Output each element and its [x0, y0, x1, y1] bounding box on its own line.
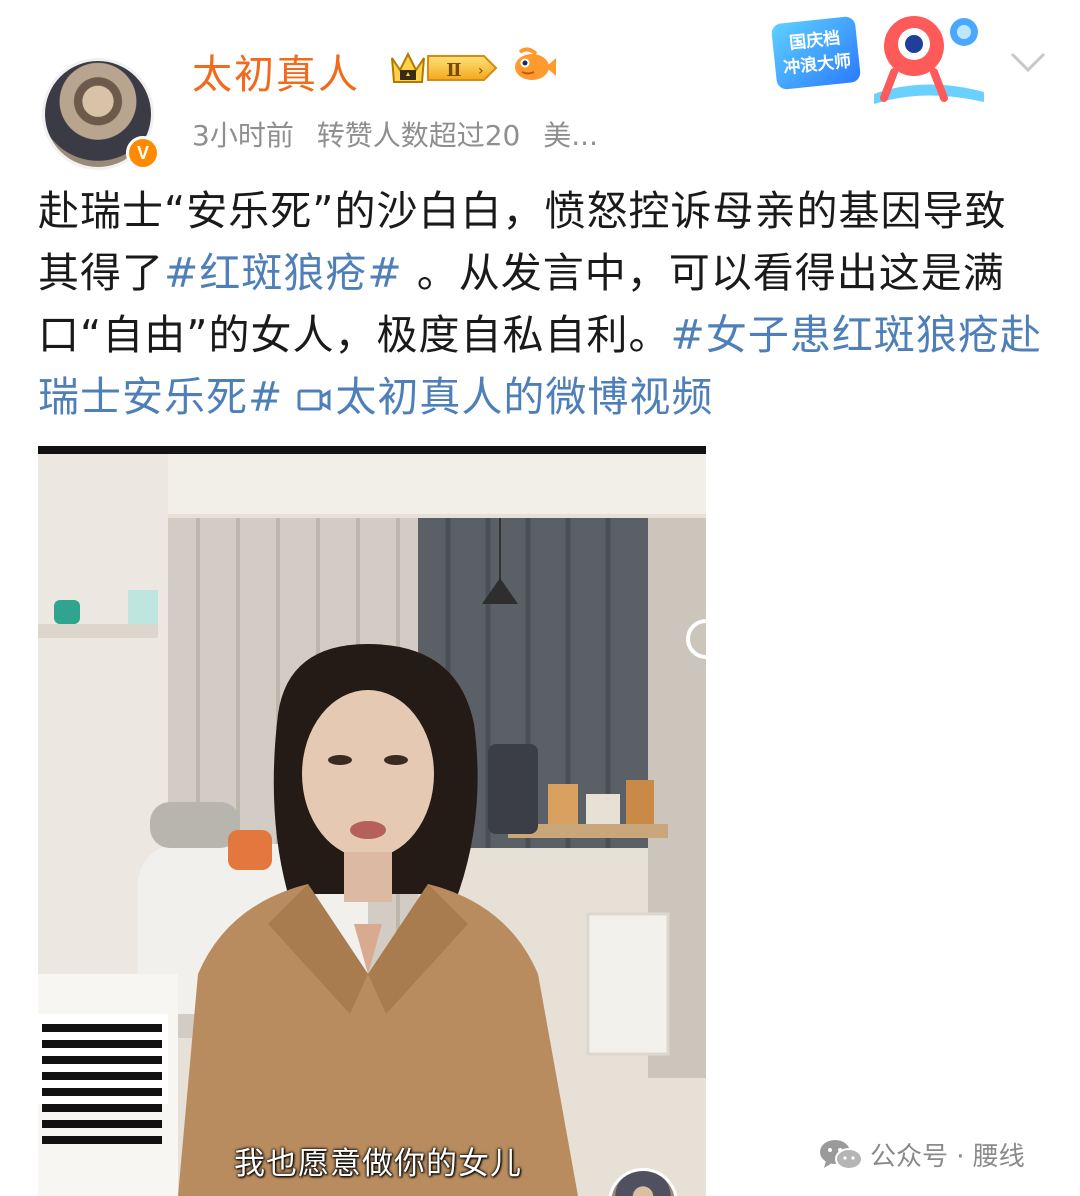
post-meta: 3小时前 转赞人数超过20 美... — [192, 114, 612, 154]
svg-text:祝福高考加: 祝福高考加 — [50, 31, 150, 55]
chevron-down-icon[interactable] — [1006, 48, 1050, 78]
fish-fan-badge-icon[interactable] — [512, 46, 556, 86]
post-text: 赴瑞士“安乐死”的沙白白，愤怒控诉母亲的基因导致其得了#红斑狼疮# 。从发言中，… — [38, 180, 1048, 428]
video-camera-icon — [297, 389, 331, 411]
wechat-icon — [820, 1139, 863, 1170]
video-frame-thumbnail — [38, 454, 706, 1196]
video-link[interactable]: 太初真人的微博视频 — [297, 373, 713, 421]
video-player[interactable]: 我也愿意做你的女儿 — [38, 446, 706, 1196]
crown-level-badge-icon[interactable]: Ⅱ › — [388, 48, 500, 88]
post-time: 3小时前 — [192, 119, 294, 152]
repost-info: 转赞人数超过20 — [316, 119, 521, 152]
video-subtitle: 我也愿意做你的女儿 — [234, 1146, 522, 1182]
watermark: 公众号 · 腰线 — [818, 1136, 1025, 1173]
meta-more[interactable]: 美... — [543, 119, 598, 152]
verified-badge-icon: V — [126, 136, 160, 170]
avatar-group[interactable]: 祝福高考加 V — [40, 22, 160, 170]
watermark-text: 公众号 · 腰线 — [870, 1142, 1025, 1172]
avatar-frame-decoration: 祝福高考加 — [50, 31, 151, 56]
svg-text:Ⅱ: Ⅱ — [446, 60, 461, 81]
svg-text:›: › — [478, 63, 484, 79]
video-link-label[interactable]: 太初真人的微博视频 — [335, 373, 713, 421]
hashtag-link[interactable]: #红斑狼疮# — [164, 249, 403, 297]
username[interactable]: 太初真人 — [192, 42, 360, 100]
holiday-promo-badge-icon[interactable]: 国庆档 冲浪大师 — [764, 6, 996, 110]
